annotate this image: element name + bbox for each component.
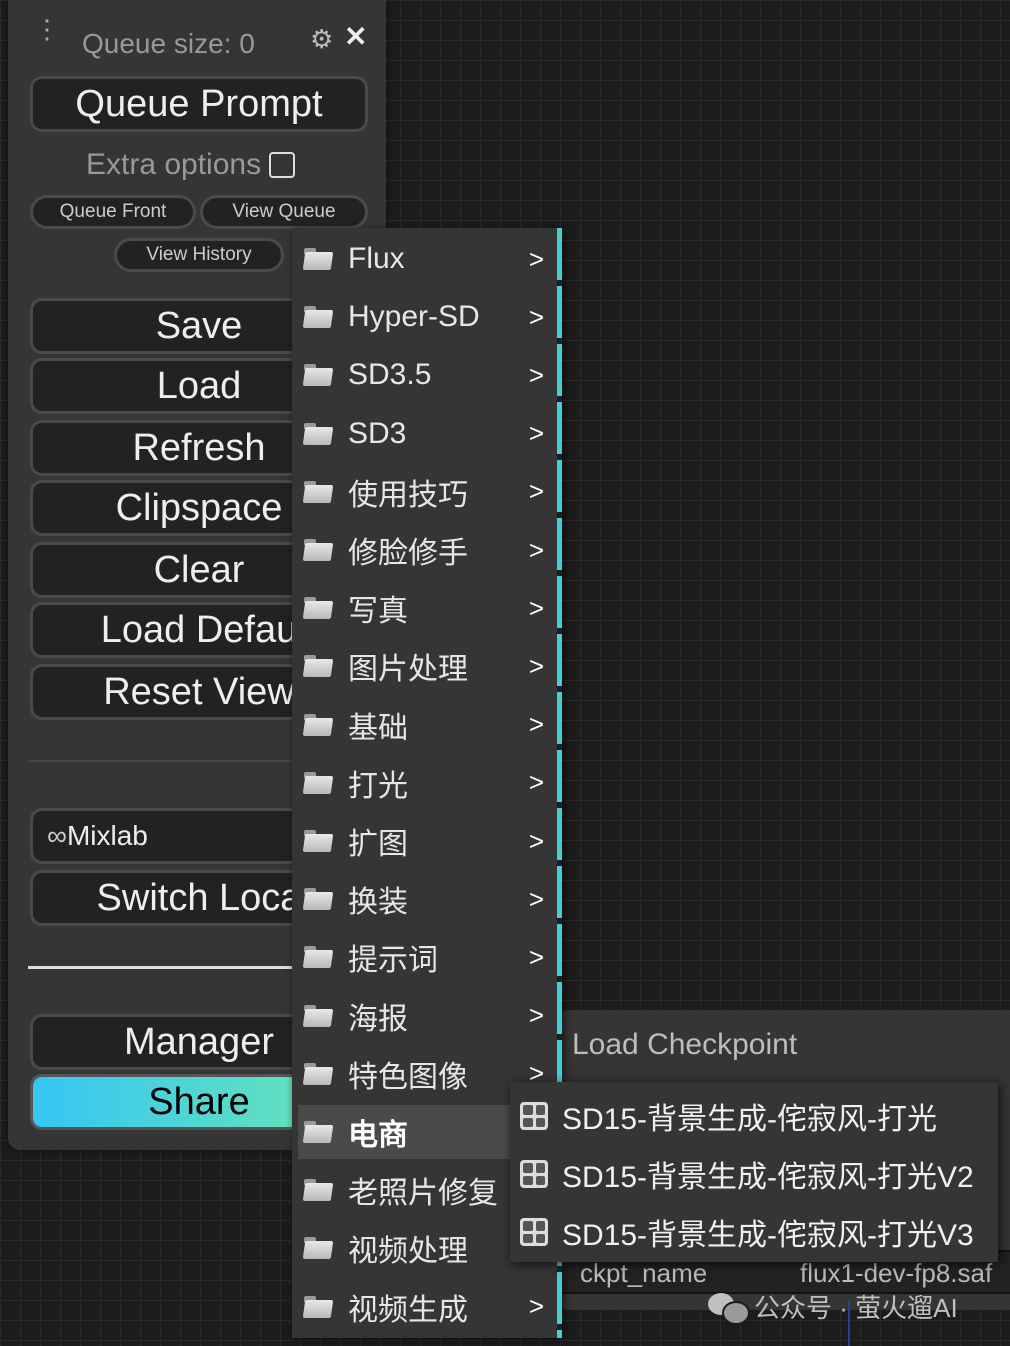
menu-item-label: 使用技巧 [348, 478, 468, 512]
widget-value: flux1-dev-fp8.saf [800, 1258, 993, 1288]
submenu-arrow-icon: > [528, 359, 544, 390]
folder-icon [302, 946, 334, 969]
view-queue-button[interactable]: View Queue [200, 195, 368, 229]
menu-item-label: SD3 [348, 416, 407, 450]
submenu-arrow-icon: > [528, 418, 544, 449]
workflow-icon [520, 1102, 548, 1130]
folder-icon [302, 422, 334, 445]
menu-item-label: 打光 [348, 769, 408, 803]
extra-options-checkbox[interactable] [269, 152, 296, 178]
menu-item[interactable]: 基础 > [298, 698, 550, 752]
drag-handle-icon[interactable]: ⋮ [34, 16, 60, 42]
submenu-arrow-icon: > [528, 592, 544, 623]
folder-icon [302, 1295, 334, 1318]
submenu-arrow-icon: > [528, 825, 544, 856]
infinity-icon: ∞ [47, 820, 67, 851]
menu-item[interactable]: 扩图 > [298, 814, 550, 868]
workflow-item-label: SD15-背景生成-侘寂风-打光 [562, 1103, 938, 1136]
menu-item[interactable]: SD3 > [298, 407, 550, 461]
folder-icon [302, 364, 334, 387]
submenu-arrow-icon: > [528, 476, 544, 507]
menu-item[interactable]: 修脸修手 > [298, 523, 550, 577]
menu-item[interactable]: SD3.5 > [298, 348, 550, 402]
folder-icon [302, 771, 334, 794]
folder-icon [302, 480, 334, 503]
folder-icon [302, 1062, 334, 1085]
wechat-icon [708, 1292, 750, 1325]
menu-item[interactable]: Hyper-SD > [298, 290, 550, 344]
menu-item-label: Hyper-SD [348, 300, 480, 334]
submenu-arrow-icon: > [528, 767, 544, 798]
folder-icon [302, 248, 334, 270]
mixlab-label: Mixlab [66, 820, 148, 851]
submenu-arrow-icon: > [528, 243, 544, 274]
submenu-arrow-icon: > [528, 1291, 544, 1322]
folder-icon [302, 830, 334, 852]
workflow-submenu: SD15-背景生成-侘寂风-打光 SD15-背景生成-侘寂风-打光V2 SD15-背… [510, 1082, 998, 1262]
menu-item-label: 图片处理 [348, 653, 468, 687]
folder-icon [302, 713, 334, 736]
workflow-item[interactable]: SD15-背景生成-侘寂风-打光V3 [520, 1204, 974, 1260]
submenu-arrow-icon: > [528, 534, 544, 565]
menu-item-label: 基础 [348, 711, 408, 745]
submenu-arrow-icon: > [528, 650, 544, 681]
submenu-arrow-icon: > [528, 709, 544, 740]
menu-item[interactable]: 打光 > [298, 756, 550, 810]
menu-item[interactable]: 换装 > [298, 872, 550, 926]
menu-item-label: SD3.5 [348, 358, 432, 392]
submenu-arrow-icon: > [528, 883, 544, 914]
queue-prompt-button[interactable]: Queue Prompt [30, 76, 368, 132]
menu-item[interactable]: Flux > [298, 232, 550, 286]
submenu-arrow-icon: > [528, 1000, 544, 1031]
workflow-item-label: SD15-背景生成-侘寂风-打光V3 [562, 1219, 974, 1252]
menu-item[interactable]: 海报 > [298, 989, 550, 1043]
folder-icon [302, 655, 334, 678]
view-history-button[interactable]: View History [114, 238, 284, 272]
menu-item[interactable]: 提示词 > [298, 930, 550, 984]
node-title: Load Checkpoint [572, 1028, 798, 1061]
menu-item-label: 提示词 [348, 944, 438, 978]
extra-options[interactable]: Extra options [86, 148, 296, 182]
close-icon[interactable]: ✕ [344, 20, 367, 53]
menu-item-label: 视频生成 [348, 1293, 468, 1327]
queue-size-label: Queue size: 0 [82, 28, 255, 59]
folder-icon [302, 306, 334, 329]
watermark: 公众号 · 萤火遛AI [708, 1288, 958, 1325]
menu-item[interactable]: 视频生成 > [298, 1280, 550, 1334]
menu-item-label: 特色图像 [348, 1060, 468, 1094]
menu-item[interactable]: 图片处理 > [298, 639, 550, 693]
queue-front-button[interactable]: Queue Front [30, 195, 196, 229]
menu-item-label: 写真 [348, 595, 408, 629]
widget-label: ckpt_name [580, 1258, 708, 1288]
gear-icon[interactable]: ⚙ [310, 24, 333, 55]
submenu-arrow-icon: > [528, 941, 544, 972]
extra-options-label: Extra options [86, 148, 262, 181]
menu-item-label: 海报 [348, 1002, 408, 1036]
workflow-item[interactable]: SD15-背景生成-侘寂风-打光V2 [520, 1146, 974, 1202]
submenu-arrow-icon: > [528, 301, 544, 332]
watermark-text: 公众号 · 萤火遛AI [754, 1293, 958, 1323]
folder-icon [302, 1004, 334, 1027]
menu-item[interactable]: 写真 > [298, 581, 550, 635]
folder-icon [302, 1237, 334, 1260]
folder-icon [302, 597, 334, 620]
workflow-icon [520, 1218, 548, 1246]
folder-icon [302, 888, 334, 911]
workflow-icon [520, 1160, 548, 1188]
folder-icon [302, 1121, 334, 1143]
workflow-item[interactable]: SD15-背景生成-侘寂风-打光 [520, 1088, 937, 1144]
menu-item-label: 换装 [348, 886, 408, 920]
menu-item-label: Flux [348, 242, 405, 275]
menu-item-label: 扩图 [348, 828, 408, 861]
workflow-item-label: SD15-背景生成-侘寂风-打光V2 [562, 1161, 974, 1194]
folder-icon [302, 1179, 334, 1202]
folder-icon [302, 539, 334, 561]
menu-item-label: 修脸修手 [348, 537, 468, 570]
menu-item[interactable]: 使用技巧 > [298, 465, 550, 519]
